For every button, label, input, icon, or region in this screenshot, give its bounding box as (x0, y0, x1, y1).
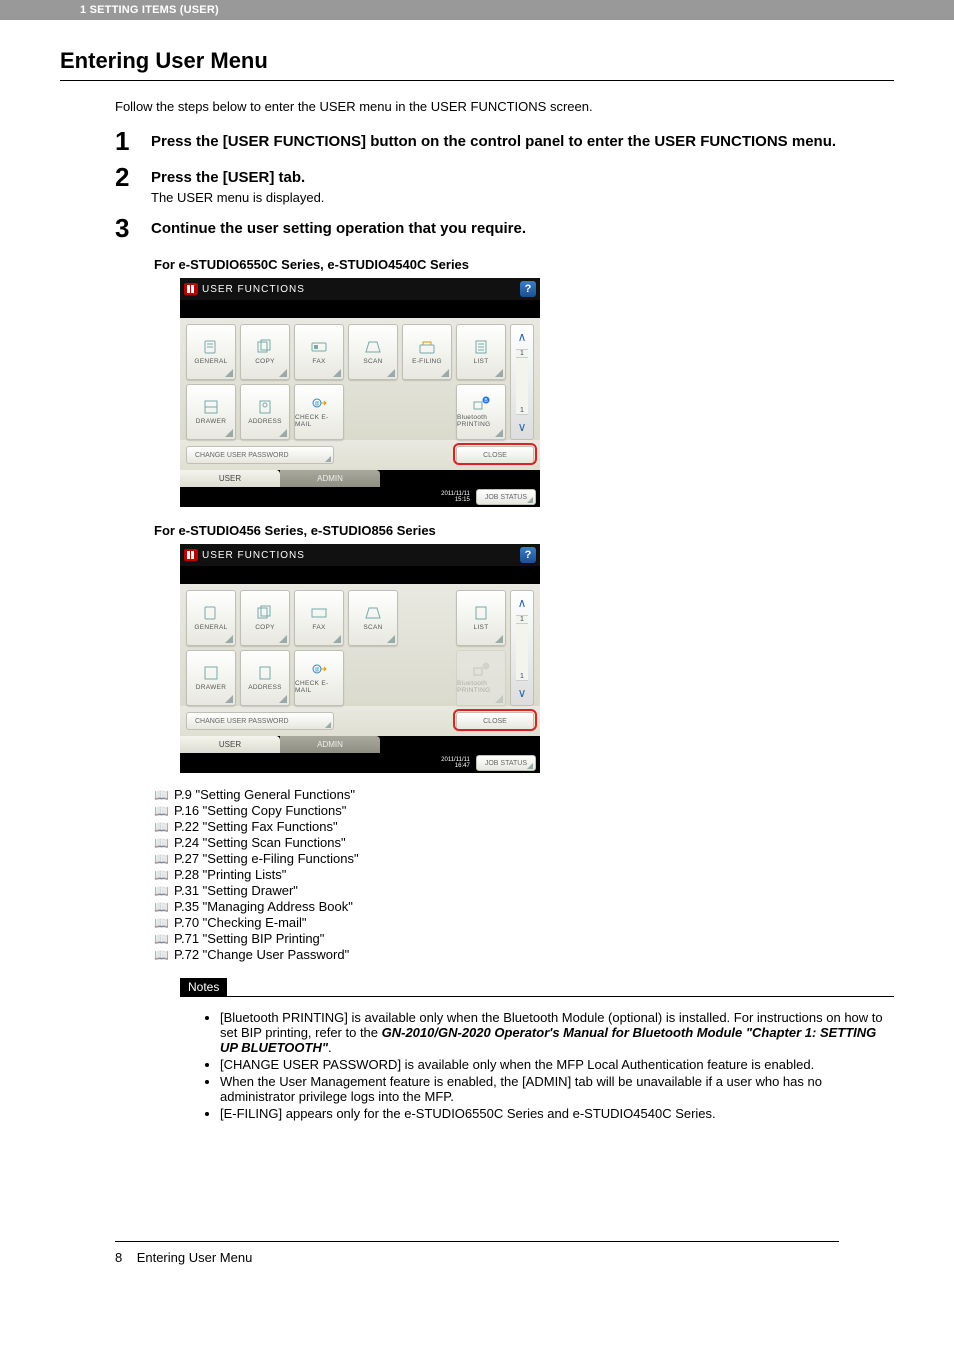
book-icon: 📖 (154, 916, 168, 930)
tile-list[interactable]: LIST (456, 590, 506, 646)
page-footer: 8 Entering User Menu (115, 1241, 839, 1265)
help-icon[interactable]: ? (520, 547, 536, 563)
book-icon: 📖 (154, 932, 168, 946)
tile-general[interactable]: GENERAL (186, 590, 236, 646)
tab-admin[interactable]: ADMIN (280, 470, 380, 487)
steps-list: 1 Press the [USER FUNCTIONS] button on t… (115, 128, 894, 241)
page-number: 8 (115, 1250, 122, 1265)
book-icon: 📖 (154, 884, 168, 898)
ref-link[interactable]: P.31 "Setting Drawer" (174, 883, 298, 898)
note-item: When the User Management feature is enab… (220, 1074, 894, 1104)
close-button[interactable]: CLOSE (456, 446, 534, 464)
tile-copy[interactable]: COPY (240, 590, 290, 646)
note-item: [E-FILING] appears only for the e-STUDIO… (220, 1106, 894, 1121)
ref-link[interactable]: P.22 "Setting Fax Functions" (174, 819, 338, 834)
screenshot-a: USER FUNCTIONS ? GENERAL COPY FAX SCAN E… (180, 278, 540, 507)
step-subtext: The USER menu is displayed. (151, 190, 894, 205)
tile-bluetooth-printing-disabled: Bluetooth PRINTING (456, 650, 506, 706)
book-icon: 📖 (154, 852, 168, 866)
help-icon[interactable]: ? (520, 281, 536, 297)
scroll-down-icon[interactable]: ∨ (518, 681, 527, 705)
tile-check-email[interactable]: @CHECK E-MAIL (294, 650, 344, 706)
job-status-button[interactable]: JOB STATUS (476, 489, 536, 505)
step-number: 3 (115, 215, 151, 241)
close-button[interactable]: CLOSE (456, 712, 534, 730)
change-password-button[interactable]: CHANGE USER PASSWORD (186, 712, 334, 730)
ref-link[interactable]: P.9 "Setting General Functions" (174, 787, 355, 802)
book-icon: 📖 (154, 804, 168, 818)
scroll-bar[interactable]: ∧ 11 ∨ (510, 590, 534, 706)
scroll-bar[interactable]: ∧ 11 ∨ (510, 324, 534, 440)
scroll-down-icon[interactable]: ∨ (518, 415, 527, 439)
book-icon: 📖 (154, 948, 168, 962)
book-icon: 📖 (154, 900, 168, 914)
tile-scan[interactable]: SCAN (348, 590, 398, 646)
svg-text:@: @ (314, 667, 319, 673)
ref-link[interactable]: P.16 "Setting Copy Functions" (174, 803, 346, 818)
tile-address[interactable]: ADDRESS (240, 384, 290, 440)
step-title: Continue the user setting operation that… (151, 219, 894, 239)
section-header-bar: 1 SETTING ITEMS (USER) (0, 0, 954, 20)
ref-link[interactable]: P.35 "Managing Address Book" (174, 899, 353, 914)
ref-link[interactable]: P.24 "Setting Scan Functions" (174, 835, 346, 850)
ref-link[interactable]: P.72 "Change User Password" (174, 947, 349, 962)
job-status-button[interactable]: JOB STATUS (476, 755, 536, 771)
window-title: USER FUNCTIONS (202, 284, 520, 295)
tile-copy[interactable]: COPY (240, 324, 290, 380)
tile-efiling[interactable]: E-FILING (402, 324, 452, 380)
screenshot-a-label: For e-STUDIO6550C Series, e-STUDIO4540C … (154, 257, 894, 272)
book-icon: 📖 (154, 788, 168, 802)
step-title: Press the [USER FUNCTIONS] button on the… (151, 132, 894, 152)
tile-check-email[interactable]: @CHECK E-MAIL (294, 384, 344, 440)
settings-red-icon (184, 283, 198, 295)
step-number: 2 (115, 164, 151, 190)
tile-drawer[interactable]: DRAWER (186, 384, 236, 440)
note-item: [CHANGE USER PASSWORD] is available only… (220, 1057, 894, 1072)
tab-user[interactable]: USER (180, 736, 280, 753)
note-item: [Bluetooth PRINTING] is available only w… (220, 1010, 894, 1055)
notes-label: Notes (180, 978, 227, 996)
book-icon: 📖 (154, 868, 168, 882)
step-title: Press the [USER] tab. (151, 168, 894, 188)
page-title: Entering User Menu (60, 48, 894, 81)
screenshot-b-label: For e-STUDIO456 Series, e-STUDIO856 Seri… (154, 523, 894, 538)
tile-fax[interactable]: FAX (294, 590, 344, 646)
tile-fax[interactable]: FAX (294, 324, 344, 380)
tile-address[interactable]: ADDRESS (240, 650, 290, 706)
book-icon: 📖 (154, 820, 168, 834)
screenshot-b: USER FUNCTIONS ? GENERAL COPY FAX SCAN L… (180, 544, 540, 773)
tile-general[interactable]: GENERAL (186, 324, 236, 380)
reference-links: 📖 P.9 "Setting General Functions" 📖 P.16 "… (154, 787, 894, 962)
change-password-button[interactable]: CHANGE USER PASSWORD (186, 446, 334, 464)
settings-red-icon (184, 549, 198, 561)
tab-admin[interactable]: ADMIN (280, 736, 380, 753)
tile-list[interactable]: LIST (456, 324, 506, 380)
step-number: 1 (115, 128, 151, 154)
notes-block: Notes [Bluetooth PRINTING] is available … (180, 978, 894, 1121)
tab-user[interactable]: USER (180, 470, 280, 487)
ref-link[interactable]: P.27 "Setting e-Filing Functions" (174, 851, 359, 866)
tile-bluetooth-printing[interactable]: BBluetooth PRINTING (456, 384, 506, 440)
ref-link[interactable]: P.28 "Printing Lists" (174, 867, 286, 882)
ref-link[interactable]: P.70 "Checking E-mail" (174, 915, 307, 930)
tile-drawer[interactable]: DRAWER (186, 650, 236, 706)
scroll-up-icon[interactable]: ∧ (518, 325, 527, 349)
tile-scan[interactable]: SCAN (348, 324, 398, 380)
book-icon: 📖 (154, 836, 168, 850)
ref-link[interactable]: P.71 "Setting BIP Printing" (174, 931, 324, 946)
footer-title: Entering User Menu (137, 1250, 253, 1265)
svg-text:@: @ (314, 401, 319, 407)
window-title: USER FUNCTIONS (202, 550, 520, 561)
scroll-up-icon[interactable]: ∧ (518, 591, 527, 615)
intro-text: Follow the steps below to enter the USER… (115, 99, 894, 114)
